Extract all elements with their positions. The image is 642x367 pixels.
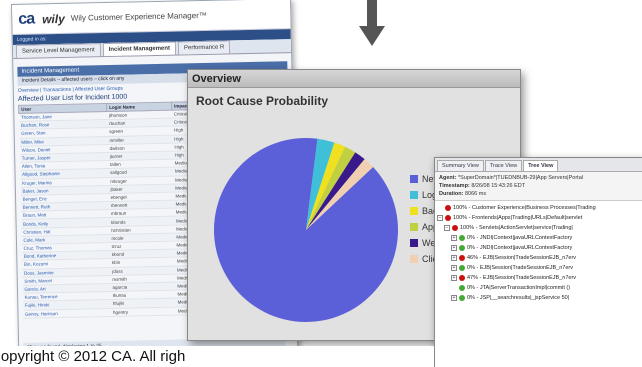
status-dot-icon: [459, 245, 465, 251]
legend-swatch: [410, 175, 418, 183]
trace-tab[interactable]: Tree View: [523, 160, 559, 171]
arrow-head: [359, 26, 385, 46]
trace-row-label: 0% - JSP|__searchresults|_jspService 50|: [467, 295, 570, 301]
table-cell[interactable]: Gentry, Harrison: [22, 307, 112, 319]
trace-row-label: 100% - Customer Experience|Business Proc…: [453, 205, 596, 211]
trace-timestamp-line: Timestamp: 8/26/08 15:43:26 EDT: [439, 182, 639, 190]
ca-logo: ca: [18, 10, 35, 28]
trace-tree-row[interactable]: +0% - EJB|Session|TradeSessionEJB_n7erv: [437, 263, 641, 273]
legend-swatch: [410, 207, 418, 215]
expand-toggle-icon[interactable]: +: [451, 235, 457, 241]
legend-swatch: [410, 191, 418, 199]
duration-label: Duration:: [439, 191, 464, 197]
trace-agent-line: Agent: *SuperDomain*|TUEDNBUB-29|App Ser…: [439, 174, 639, 182]
expand-toggle-icon[interactable]: −: [444, 225, 450, 231]
trace-tabs: Summary View Trace View Tree View: [435, 158, 642, 172]
expand-toggle-icon[interactable]: +: [451, 275, 457, 281]
trace-tab[interactable]: Trace View: [484, 160, 523, 171]
status-dot-icon: [459, 235, 465, 241]
legend-swatch: [410, 239, 418, 247]
expand-toggle-icon[interactable]: +: [451, 245, 457, 251]
down-arrow-icon: [359, 0, 385, 46]
duration-value: 8066 ms: [464, 191, 487, 197]
trace-row-label: 0% - JNDI|Context|javaURLContextFactory: [467, 245, 573, 251]
status-dot-icon: [459, 265, 465, 271]
arrow-shaft: [367, 0, 377, 28]
trace-row-label: 100% - Frontends|Apps|Trading|URLs|Defau…: [453, 215, 583, 221]
trace-tree: 100% - Customer Experience|Business Proc…: [435, 201, 642, 305]
wily-logo: wily: [41, 11, 65, 26]
trace-row-label: 0% - JTA|ServerTransactionImpl|commit (): [467, 285, 571, 291]
status-dot-icon: [459, 255, 465, 261]
trace-duration-line: Duration: 8066 ms: [439, 190, 639, 198]
legend-swatch: [410, 255, 418, 263]
agent-label: Agent:: [439, 175, 457, 181]
legend-swatch: [410, 223, 418, 231]
status-dot-icon: [459, 285, 465, 291]
trace-tree-row[interactable]: +47% - EJB|Session|TradeSessionEJB_n7erv: [437, 273, 641, 283]
copyright-caption: Copyright © 2012 CA. All righ: [0, 346, 434, 367]
timestamp-label: Timestamp:: [439, 183, 470, 189]
trace-tree-row[interactable]: +46% - EJB|Session|TradeSessionEJB_n7erv: [437, 253, 641, 263]
status-dot-icon: [459, 295, 465, 301]
trace-tree-row[interactable]: 0% - JTA|ServerTransactionImpl|commit (): [437, 283, 641, 293]
trace-row-label: 47% - EJB|Session|TradeSessionEJB_n7erv: [467, 275, 577, 281]
trace-row-label: 46% - EJB|Session|TradeSessionEJB_n7erv: [467, 255, 577, 261]
status-dot-icon: [452, 225, 458, 231]
trace-tree-row[interactable]: +0% - JNDI|Context|javaURLContextFactory: [437, 243, 641, 253]
trace-info: Agent: *SuperDomain*|TUEDNBUB-29|App Ser…: [435, 172, 642, 201]
trace-tab[interactable]: Summary View: [437, 160, 484, 171]
status-dot-icon: [445, 205, 451, 211]
slide-canvas: ca wily Wily Customer Experience Manager…: [0, 0, 642, 367]
expand-toggle-icon[interactable]: +: [451, 295, 457, 301]
trace-row-label: 100% - Servlets|ActionServlet|service|Tr…: [460, 225, 573, 231]
agent-value: *SuperDomain*|TUEDNBUB-29|App Servers|Po…: [457, 175, 583, 181]
timestamp-value: 8/26/08 15:43:26 EDT: [471, 183, 526, 189]
cem-tab[interactable]: Incident Management: [102, 41, 177, 57]
trace-tree-row[interactable]: − 100% - Frontends|Apps|Trading|URLs|Defa…: [437, 213, 641, 223]
trace-tree-row[interactable]: +0% - JNDI|Context|javaURLContextFactory: [437, 233, 641, 243]
trace-row-label: 0% - JNDI|Context|javaURLContextFactory: [467, 235, 573, 241]
cem-app-title: Wily Customer Experience Manager™: [70, 10, 207, 23]
cem-tab[interactable]: Service Level Management: [15, 43, 101, 58]
trace-window: Summary View Trace View Tree View Agent: *…: [434, 157, 642, 367]
expand-toggle-icon[interactable]: +: [451, 255, 457, 261]
expand-toggle-icon[interactable]: +: [451, 265, 457, 271]
trace-row-label: 0% - EJB|Session|TradeSessionEJB_n7erv: [467, 265, 573, 271]
trace-tree-row[interactable]: +0% - JSP|__searchresults|_jspService 50…: [437, 293, 641, 303]
table-cell: hgentry: [110, 306, 176, 317]
cem-tab[interactable]: Performance R: [177, 40, 231, 55]
status-dot-icon: [445, 215, 451, 221]
status-dot-icon: [459, 275, 465, 281]
trace-tree-row[interactable]: − 100% - Servlets|ActionServlet|service|T…: [437, 223, 641, 233]
trace-tree-row[interactable]: 100% - Customer Experience|Business Proc…: [437, 203, 641, 213]
expand-toggle-icon[interactable]: −: [437, 215, 443, 221]
